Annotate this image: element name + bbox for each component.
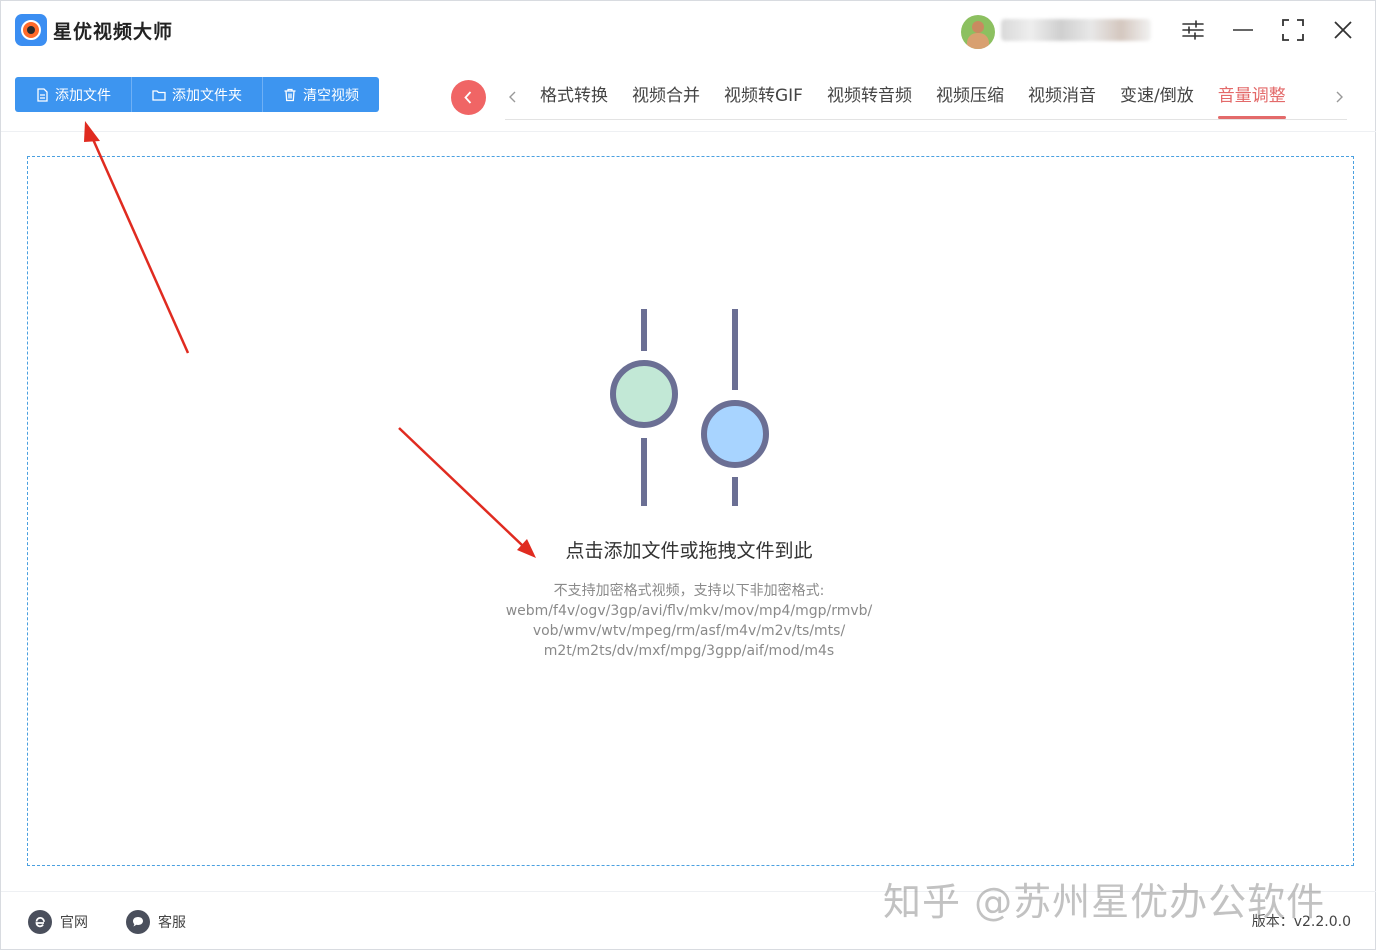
tab-scroll-right-icon[interactable] <box>1331 85 1347 109</box>
tab-4[interactable]: 视频转音频 <box>815 81 924 119</box>
file-drop-zone[interactable] <box>27 156 1354 866</box>
formats-line: vob/wmv/wtv/mpeg/rm/asf/m4v/m2v/ts/mts/ <box>532 623 846 639</box>
trash-icon <box>284 88 296 101</box>
header-divider <box>1 131 1376 132</box>
formats-line: webm/f4v/ogv/3gp/avi/flv/mkv/mov/mp4/mgp… <box>505 603 873 619</box>
tab-8[interactable]: 音量调整 <box>1206 81 1298 119</box>
title-bar: 星优视频大师 <box>1 1 1376 63</box>
settings-sliders-icon[interactable] <box>1180 17 1206 43</box>
app-title: 星优视频大师 <box>53 21 174 43</box>
watermark-text: 知乎 @苏州星优办公软件 <box>883 880 1326 924</box>
maximize-icon[interactable] <box>1280 17 1306 43</box>
folder-icon <box>152 89 166 101</box>
minimize-icon[interactable] <box>1230 17 1256 43</box>
tab-6[interactable]: 视频消音 <box>1016 81 1108 119</box>
file-toolbar: 添加文件 添加文件夹 清空视频 <box>15 77 379 112</box>
tab-scroll-left-icon[interactable] <box>505 85 521 109</box>
user-avatar[interactable] <box>961 15 995 49</box>
user-name-blurred <box>1001 19 1151 41</box>
file-icon <box>37 87 48 102</box>
chevron-left-icon <box>464 91 472 104</box>
supported-formats-info: 不支持加密格式视频，支持以下非加密格式: webm/f4v/ogv/3gp/av… <box>1 581 1376 661</box>
volume-mixer-icon <box>610 309 769 506</box>
clear-videos-button[interactable]: 清空视频 <box>263 77 379 112</box>
customer-service-link[interactable]: 客服 <box>126 909 186 935</box>
tabs-divider <box>505 119 1347 120</box>
browser-e-icon <box>28 910 52 934</box>
chat-bubble-icon <box>126 910 150 934</box>
tab-3[interactable]: 视频转GIF <box>712 81 815 119</box>
formats-line: 不支持加密格式视频，支持以下非加密格式: <box>553 583 825 599</box>
add-folder-label: 添加文件夹 <box>172 87 242 104</box>
add-file-button[interactable]: 添加文件 <box>15 77 132 112</box>
customer-service-label: 客服 <box>158 915 186 931</box>
tab-2[interactable]: 视频合并 <box>620 81 712 119</box>
official-site-link[interactable]: 官网 <box>28 909 88 935</box>
add-file-label: 添加文件 <box>55 87 111 104</box>
tab-1[interactable]: 格式转换 <box>528 81 620 119</box>
app-window: 星优视频大师 添加文件 添加文件夹 清空视频 格式转换 视频合并 视频转GIF … <box>0 0 1376 950</box>
app-logo-icon <box>15 14 47 46</box>
add-folder-button[interactable]: 添加文件夹 <box>132 77 263 112</box>
formats-line: m2t/m2ts/dv/mxf/mpg/3gpp/aif/mod/m4s <box>543 643 835 659</box>
back-button[interactable] <box>451 80 486 115</box>
official-site-label: 官网 <box>60 915 88 931</box>
close-icon[interactable] <box>1330 17 1356 43</box>
clear-videos-label: 清空视频 <box>303 87 359 104</box>
drop-zone-title: 点击添加文件或拖拽文件到此 <box>565 540 813 562</box>
feature-tabs: 格式转换 视频合并 视频转GIF 视频转音频 视频压缩 视频消音 变速/倒放 音量调整 <box>528 81 1298 119</box>
tab-5[interactable]: 视频压缩 <box>924 81 1016 119</box>
tab-7[interactable]: 变速/倒放 <box>1108 81 1206 119</box>
